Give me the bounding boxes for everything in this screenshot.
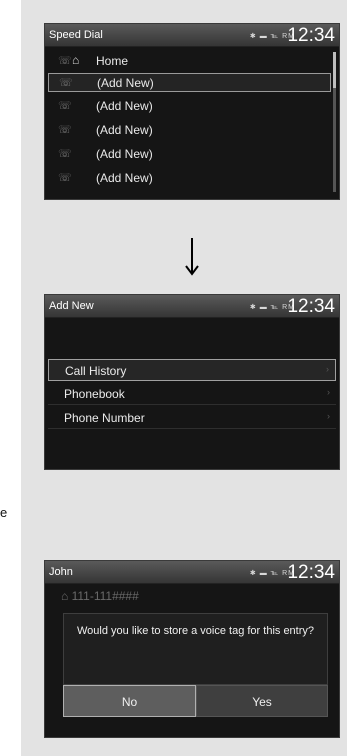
phone-icon: ☏ [58,100,72,112]
menu-item-phonebook[interactable]: Phonebook › [48,383,336,405]
home-icon: ⌂ [72,53,80,67]
scrollbar[interactable] [333,52,336,192]
phone-icon: ☏ [59,77,73,89]
cropped-text: e [0,505,8,520]
dialog-buttons: No Yes [63,685,328,717]
menu-item-label: Phone Number [64,411,145,425]
phone-icon: ☏ [58,55,72,67]
speed-dial-item-add-new[interactable]: ☏ (Add New) [48,97,331,116]
scrollbar-thumb[interactable] [333,52,336,88]
menu-item-phone-number[interactable]: Phone Number › [48,407,336,429]
dialog-message: Would you like to store a voice tag for … [76,625,315,637]
speed-dial-item-add-new[interactable]: ☏ (Add New) [48,169,331,188]
title-bar: Add New ✱ ▬ ℡ RM 12:34 [45,295,339,318]
add-new-screen: Add New ✱ ▬ ℡ RM 12:34 Call History › Ph… [44,294,340,470]
voice-tag-dialog: Would you like to store a voice tag for … [63,613,328,685]
menu-item-call-history[interactable]: Call History › [48,359,336,381]
home-icon: ⌂ [61,589,69,603]
chevron-right-icon: › [327,411,330,421]
speed-dial-item-label: (Add New) [97,76,154,90]
clock: 12:34 [287,562,335,583]
speed-dial-item-label: (Add New) [96,171,153,185]
chevron-right-icon: › [326,364,329,374]
down-arrow-icon [185,238,199,276]
speed-dial-item-label: (Add New) [96,147,153,161]
speed-dial-item-add-new[interactable]: ☏ (Add New) [48,121,331,140]
chevron-right-icon: › [327,387,330,397]
speed-dial-item-home[interactable]: ☏ ⌂ Home [48,52,331,71]
speed-dial-screen: Speed Dial ✱ ▬ ℡ RM 12:34 ☏ ⌂ Home ☏ (Ad… [44,23,340,200]
no-button[interactable]: No [63,685,196,717]
screen-title: Add New [49,300,94,312]
title-bar: John ✱ ▬ ℡ RM 12:34 [45,561,339,584]
menu-item-label: Call History [65,364,127,378]
clock: 12:34 [287,296,335,317]
phone-icon: ☏ [58,172,72,184]
voice-tag-screen: John ✱ ▬ ℡ RM 12:34 ⌂ 111-111#### Would … [44,560,340,738]
speed-dial-item-label: (Add New) [96,99,153,113]
title-bar: Speed Dial ✱ ▬ ℡ RM 12:34 [45,24,339,47]
phone-icon: ☏ [58,148,72,160]
screen-title: Speed Dial [49,29,103,41]
phone-number-text: 111-111#### [71,589,139,603]
phone-icon: ☏ [58,124,72,136]
speed-dial-item-label: Home [96,54,129,68]
yes-button[interactable]: Yes [196,685,328,717]
speed-dial-item-add-new[interactable]: ☏ (Add New) [48,73,331,92]
clock: 12:34 [287,25,335,46]
speed-dial-item-label: (Add New) [96,123,153,137]
menu-item-label: Phonebook [64,387,125,401]
speed-dial-item-add-new[interactable]: ☏ (Add New) [48,145,331,164]
screen-title: John [49,566,73,578]
contact-number: ⌂ 111-111#### [61,589,139,603]
